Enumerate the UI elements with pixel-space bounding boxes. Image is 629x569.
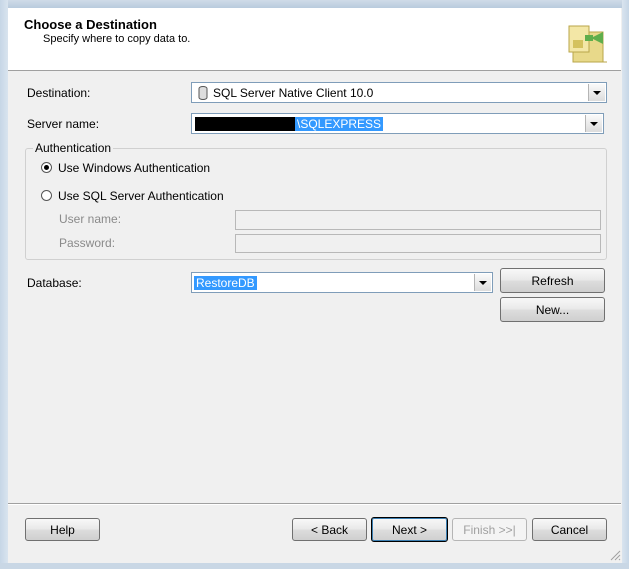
server-name-label: Server name: [27, 117, 100, 131]
refresh-button[interactable]: Refresh [500, 268, 605, 293]
destination-select[interactable]: SQL Server Native Client 10.0 [191, 82, 607, 103]
chevron-down-icon[interactable] [474, 274, 491, 291]
window-frame-right [622, 0, 629, 569]
chevron-down-icon[interactable] [585, 115, 602, 132]
windows-auth-label[interactable]: Use Windows Authentication [58, 161, 210, 175]
refresh-button-label: Refresh [531, 273, 574, 288]
next-button-label: Next > [391, 522, 427, 537]
new-database-button[interactable]: New... [500, 297, 605, 322]
sql-auth-label[interactable]: Use SQL Server Authentication [58, 189, 224, 203]
database-label: Database: [27, 276, 82, 290]
username-field[interactable] [235, 210, 601, 230]
destination-wizard-icon [568, 25, 607, 63]
cancel-button[interactable]: Cancel [532, 518, 607, 541]
footer-separator [8, 503, 621, 505]
next-button[interactable]: Next > [371, 517, 448, 542]
password-field[interactable] [235, 234, 601, 253]
help-button-label: Help [50, 522, 75, 537]
windows-auth-radio[interactable] [41, 162, 52, 173]
database-icon [198, 86, 208, 100]
database-select[interactable]: RestoreDB [191, 272, 493, 293]
server-name-select[interactable]: \SQLEXPRESS [191, 113, 604, 134]
new-button-label: New... [535, 302, 570, 317]
chevron-down-icon[interactable] [588, 84, 605, 101]
destination-label: Destination: [27, 86, 91, 100]
destination-value: SQL Server Native Client 10.0 [213, 86, 374, 100]
page-subtitle: Specify where to copy data to. [43, 33, 191, 45]
sql-auth-radio[interactable] [41, 190, 52, 201]
resize-grip-icon[interactable] [609, 549, 621, 561]
database-value: RestoreDB [194, 276, 257, 290]
finish-button-label: Finish >>| [463, 522, 516, 537]
page-title: Choose a Destination [24, 17, 157, 32]
server-name-value: \SQLEXPRESS [295, 117, 384, 131]
window-frame-top [0, 0, 629, 8]
help-button[interactable]: Help [25, 518, 100, 541]
finish-button[interactable]: Finish >>| [452, 518, 527, 541]
cancel-button-label: Cancel [550, 522, 589, 537]
back-button[interactable]: < Back [292, 518, 367, 541]
username-label: User name: [59, 212, 122, 226]
wizard-header: Choose a Destination Specify where to co… [8, 8, 621, 71]
authentication-legend: Authentication [33, 141, 114, 155]
back-button-label: < Back [310, 522, 349, 537]
password-label: Password: [59, 236, 116, 250]
window-frame-bottom [0, 563, 629, 569]
redacted-server-host [195, 117, 295, 131]
window-frame-left [0, 0, 8, 569]
